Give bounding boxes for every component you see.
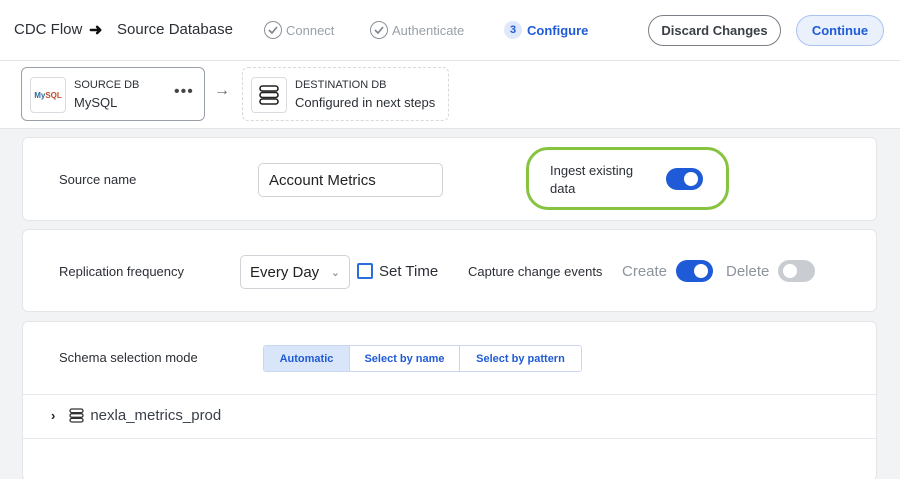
destination-db-title: DESTINATION DB: [295, 79, 387, 91]
schema-name: nexla_metrics_prod: [90, 407, 222, 424]
source-db-card[interactable]: MySQL SOURCE DB MySQL •••: [21, 67, 205, 121]
step-label: Connect: [286, 22, 335, 38]
capture-change-events-label: Capture change events: [468, 264, 603, 279]
toggle-knob: [694, 264, 708, 278]
step-label: Configure: [527, 22, 589, 38]
destination-db-value: Configured in next steps: [295, 95, 436, 110]
check-circle-icon: [370, 21, 388, 39]
ingest-existing-data-toggle[interactable]: [666, 168, 703, 190]
replication-frequency-label: Replication frequency: [59, 264, 185, 279]
discard-changes-button[interactable]: Discard Changes: [648, 15, 781, 46]
ingest-existing-data-label: Ingest existing data: [550, 163, 634, 196]
schema-tree-row[interactable]: › nexla_metrics_prod: [51, 407, 221, 424]
step-label: Authenticate: [392, 22, 465, 38]
schema-selection-mode-label: Schema selection mode: [59, 350, 198, 365]
mode-select-by-name-button[interactable]: Select by name: [350, 346, 460, 371]
delete-events-toggle[interactable]: [778, 260, 815, 282]
db-strip: MySQL SOURCE DB MySQL ••• → DESTINATION …: [0, 61, 900, 129]
mode-automatic-button[interactable]: Automatic: [264, 346, 350, 371]
more-options-icon[interactable]: •••: [174, 83, 194, 101]
page-title: Source Database: [117, 21, 233, 38]
create-label: Create: [622, 263, 668, 280]
arrow-right-icon: ➜: [89, 22, 103, 39]
chevron-right-icon[interactable]: ›: [51, 408, 55, 423]
source-db-title: SOURCE DB: [74, 79, 140, 91]
mode-select-by-pattern-button[interactable]: Select by pattern: [460, 346, 581, 371]
replication-panel: Replication frequency Every Day ⌄ Set Ti…: [22, 229, 877, 312]
schema-panel: Schema selection mode Automatic Select b…: [22, 321, 877, 479]
chevron-down-icon: ⌄: [330, 266, 340, 279]
continue-button[interactable]: Continue: [796, 15, 884, 46]
destination-db-card[interactable]: DESTINATION DB Configured in next steps: [242, 67, 449, 121]
flow-title: CDC Flow: [14, 21, 83, 38]
database-icon: [251, 77, 287, 113]
source-settings-panel: Source name Account Metrics Ingest exist…: [22, 137, 877, 221]
top-header: CDC Flow ➜ Source Database Connect Authe…: [0, 0, 900, 61]
source-name-label: Source name: [59, 172, 137, 187]
toggle-knob: [684, 172, 698, 186]
divider: [23, 438, 876, 439]
step-configure[interactable]: 3 Configure: [504, 21, 588, 39]
check-circle-icon: [264, 21, 282, 39]
replication-frequency-select[interactable]: Every Day ⌄: [240, 255, 350, 289]
arrow-right-icon: →: [214, 82, 230, 99]
delete-label: Delete: [726, 263, 770, 280]
set-time-label: Set Time: [379, 263, 439, 280]
step-connect[interactable]: Connect: [264, 21, 334, 39]
source-db-value: MySQL: [74, 95, 118, 110]
create-events-toggle[interactable]: [676, 260, 713, 282]
source-name-input[interactable]: Account Metrics: [258, 163, 443, 197]
toggle-knob: [783, 264, 797, 278]
database-icon: [69, 408, 84, 423]
step-authenticate[interactable]: Authenticate: [370, 21, 464, 39]
schema-mode-segmented-control: Automatic Select by name Select by patte…: [263, 345, 582, 372]
mysql-logo-icon: MySQL: [30, 77, 66, 113]
divider: [23, 394, 876, 395]
set-time-checkbox[interactable]: [357, 263, 373, 279]
select-value: Every Day: [250, 263, 320, 281]
step-number: 3: [504, 21, 522, 39]
